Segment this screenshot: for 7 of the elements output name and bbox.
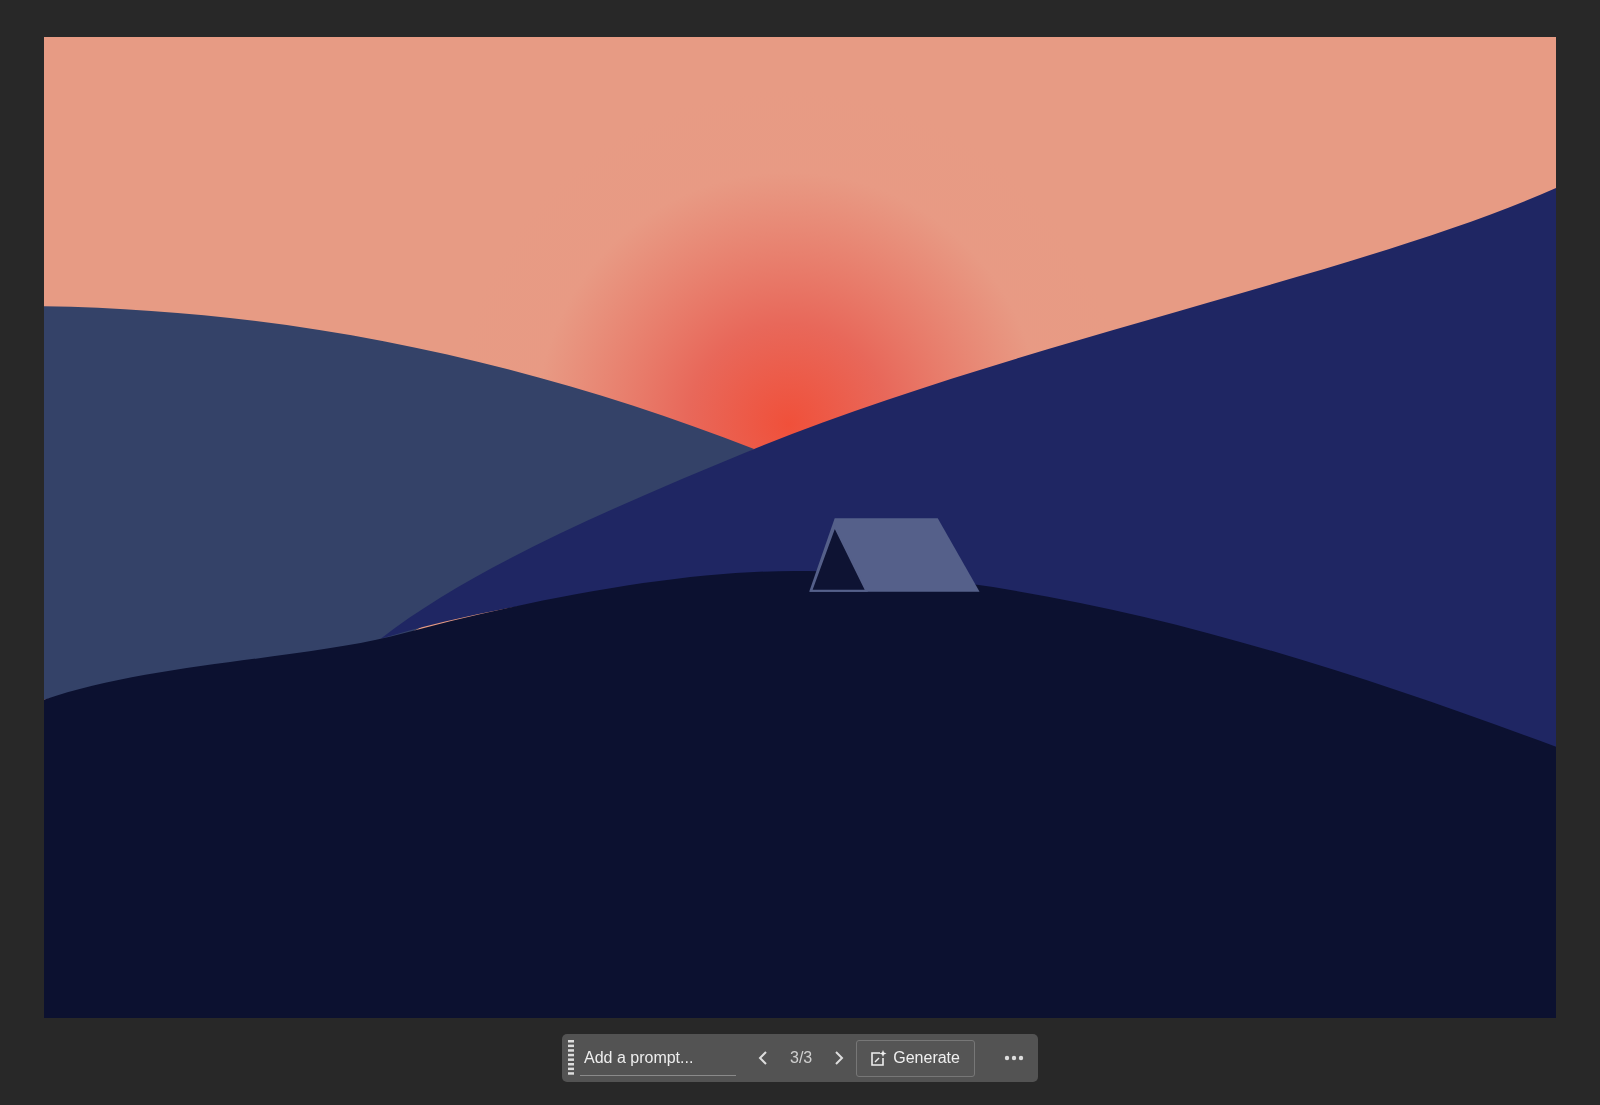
page-counter: 3/3 <box>789 1049 814 1067</box>
drag-handle-icon[interactable] <box>568 1040 574 1076</box>
sparkle-image-icon <box>869 1049 888 1067</box>
ellipsis-icon <box>1004 1055 1024 1061</box>
chevron-left-icon <box>756 1050 770 1066</box>
prompt-field[interactable]: Add a prompt... <box>580 1040 736 1076</box>
generate-button[interactable]: Generate <box>856 1039 975 1077</box>
